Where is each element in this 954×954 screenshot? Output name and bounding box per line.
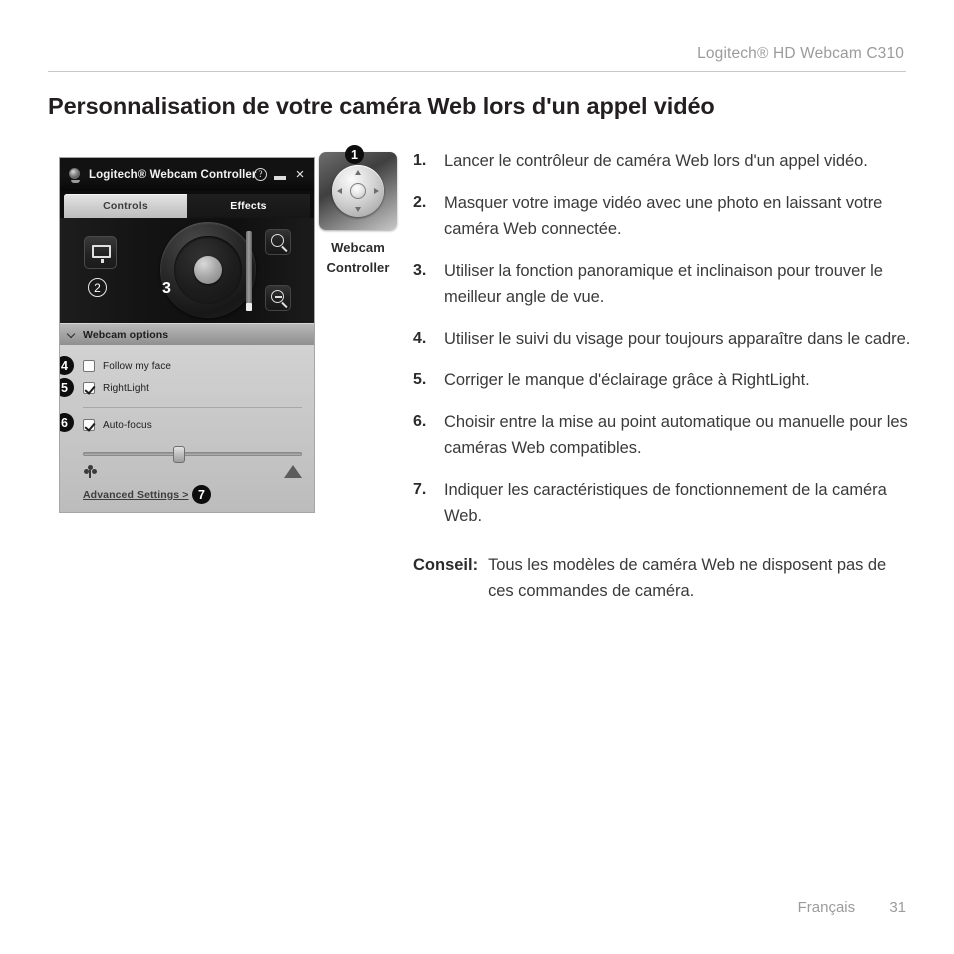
- focus-slider[interactable]: [83, 446, 302, 463]
- magnifier-plus-icon[interactable]: [265, 229, 291, 255]
- app-icon-label-line2: Controller: [326, 260, 390, 275]
- page-title: Personnalisation de votre caméra Web lor…: [48, 93, 715, 119]
- flower-macro-icon: [83, 465, 97, 478]
- zoom-slider-track[interactable]: [246, 231, 252, 311]
- list-item-text: Lancer le contrôleur de caméra Web lors …: [444, 152, 868, 170]
- footer-language: Français: [797, 899, 856, 916]
- window-title: Logitech® Webcam Controller: [89, 168, 257, 181]
- webcam-icon: [68, 167, 82, 183]
- close-icon[interactable]: ×: [293, 167, 307, 182]
- checkbox-follow-my-face[interactable]: [83, 360, 95, 372]
- tip-text: Tous les modèles de caméra Web ne dispos…: [488, 555, 887, 601]
- page-footer: Français 31: [48, 899, 906, 916]
- help-icon[interactable]: ?: [254, 168, 267, 181]
- webcam-options-title: Webcam options: [83, 328, 169, 341]
- list-item: 5. Corriger le manque d'éclairage grâce …: [413, 367, 911, 394]
- mountain-infinity-icon: [284, 465, 302, 478]
- software-screenshot-figure: Logitech® Webcam Controller ? × Controls…: [59, 157, 315, 513]
- app-icon-label-line1: Webcam: [331, 240, 385, 255]
- list-item-number: 6.: [413, 412, 427, 430]
- list-item: 1. Lancer le contrôleur de caméra Web lo…: [413, 148, 911, 175]
- option-label: Auto-focus: [103, 419, 152, 431]
- list-item-text: Utiliser le suivi du visage pour toujour…: [444, 329, 911, 348]
- list-item-number: 1.: [413, 152, 427, 169]
- controls-panel: 2 3: [60, 218, 314, 323]
- instruction-list: 1. Lancer le contrôleur de caméra Web lo…: [413, 148, 911, 605]
- list-item-text: Corriger le manque d'éclairage grâce à R…: [444, 371, 810, 389]
- window-titlebar: Logitech® Webcam Controller ? ×: [60, 158, 314, 191]
- tab-controls[interactable]: Controls: [64, 194, 187, 218]
- footer-page-number: 31: [889, 899, 906, 916]
- list-item: 2. Masquer votre image vidéo avec une ph…: [413, 190, 911, 243]
- tip-block: Conseil: Tous les modèles de caméra Web …: [413, 552, 911, 605]
- option-row-auto-focus[interactable]: Auto-focus: [60, 414, 314, 436]
- magnifier-minus-icon[interactable]: [265, 285, 291, 311]
- app-icon-group: Webcam Controller: [316, 152, 400, 278]
- options-divider: [83, 407, 302, 408]
- webcam-options-header[interactable]: Webcam options: [60, 323, 314, 345]
- list-item: 3. Utiliser la fonction panoramique et i…: [413, 258, 911, 311]
- option-label: Follow my face: [103, 360, 172, 372]
- callout-3: 3: [162, 280, 171, 297]
- list-item-number: 2.: [413, 193, 427, 211]
- list-item: 4. Utiliser le suivi du visage pour touj…: [413, 326, 911, 353]
- chevron-down-icon: [68, 330, 77, 339]
- wheel-hub[interactable]: [194, 256, 222, 284]
- focus-slider-track[interactable]: [83, 452, 302, 456]
- callout-7: 7: [192, 485, 211, 504]
- list-item-text: Choisir entre la mise au point automatiq…: [444, 412, 908, 458]
- list-item-number: 4.: [413, 329, 427, 347]
- list-item-number: 3.: [413, 261, 427, 279]
- list-item-text: Masquer votre image vidéo avec une photo…: [444, 193, 883, 239]
- webcam-controller-dpad-icon[interactable]: [319, 152, 397, 230]
- app-icon-label: Webcam Controller: [316, 238, 400, 278]
- advanced-settings-link[interactable]: Advanced Settings >: [83, 489, 188, 501]
- checkbox-rightlight[interactable]: [83, 382, 95, 394]
- tab-bar: Controls Effects: [60, 191, 314, 218]
- pan-tilt-wheel-icon[interactable]: [160, 222, 256, 318]
- product-title: Logitech® HD Webcam C310: [697, 45, 904, 62]
- callout-1: 1: [345, 145, 364, 164]
- window-buttons: ? ×: [254, 158, 307, 191]
- list-item-text: Indiquer les caractéristiques de fonctio…: [444, 480, 887, 526]
- list-item-number: 5.: [413, 371, 427, 388]
- zoom-slider-handle[interactable]: [246, 303, 252, 311]
- focus-range-icons: [83, 465, 302, 479]
- checkbox-auto-focus[interactable]: [83, 419, 95, 431]
- header-divider: [48, 71, 906, 72]
- list-item-text: Utiliser la fonction panoramique et incl…: [444, 261, 883, 307]
- option-row-follow-my-face[interactable]: Follow my face: [60, 355, 314, 377]
- option-row-rightlight[interactable]: RightLight: [60, 377, 314, 399]
- focus-slider-handle[interactable]: [172, 446, 185, 463]
- tip-label: Conseil:: [413, 555, 479, 574]
- list-item: 7. Indiquer les caractéristiques de fonc…: [413, 477, 911, 530]
- callout-2: 2: [88, 278, 107, 297]
- list-item: 6. Choisir entre la mise au point automa…: [413, 409, 911, 462]
- minimize-icon[interactable]: [274, 169, 286, 180]
- option-label: RightLight: [103, 382, 150, 394]
- tab-effects[interactable]: Effects: [187, 194, 310, 218]
- list-item-number: 7.: [413, 480, 427, 498]
- monitor-icon[interactable]: [84, 236, 117, 269]
- webcam-options-panel: Follow my face RightLight Auto-focus Adv…: [60, 345, 314, 512]
- page-header: Logitech® HD Webcam C310: [48, 45, 906, 63]
